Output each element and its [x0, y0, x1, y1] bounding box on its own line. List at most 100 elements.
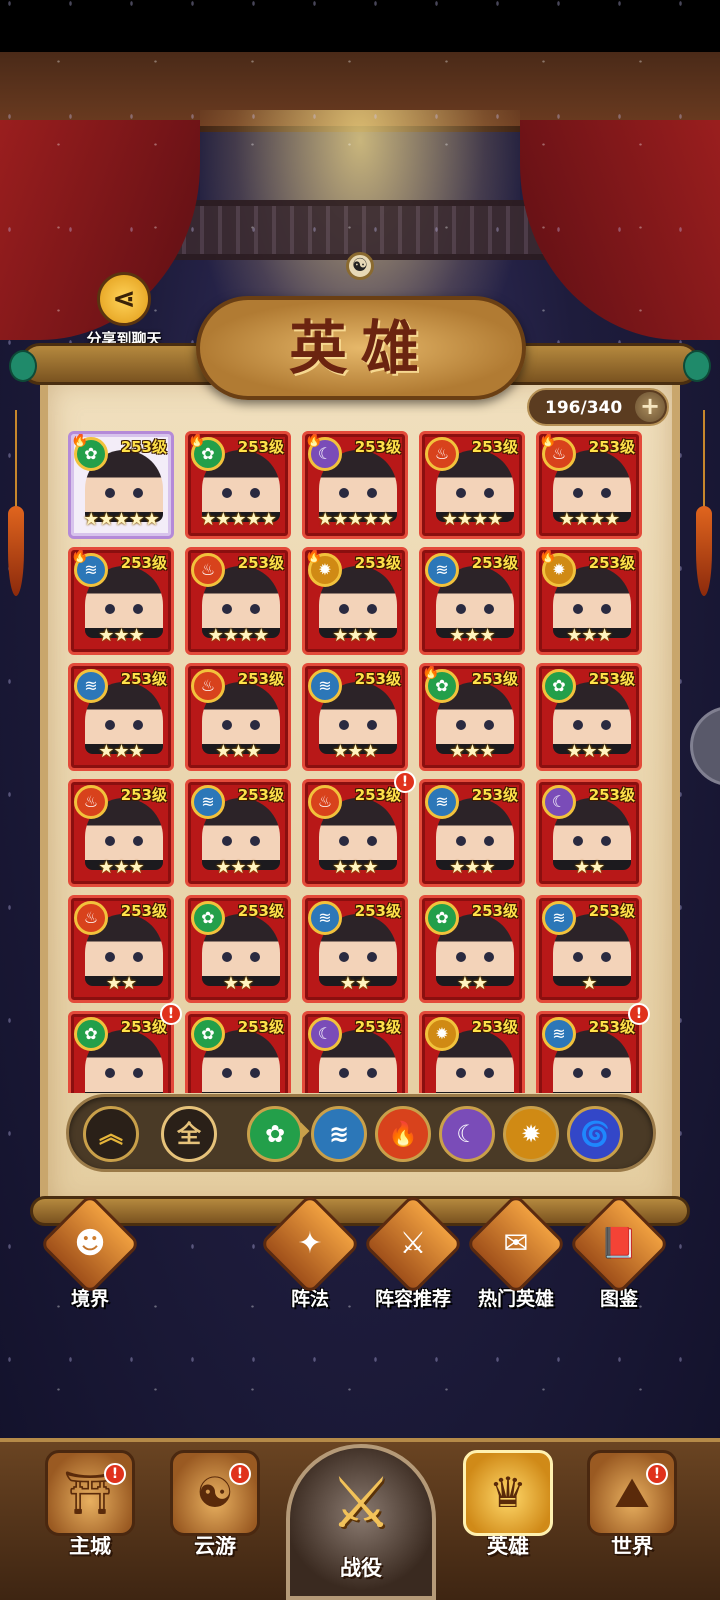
hero-level: 253级 [471, 670, 518, 688]
add-slot-button[interactable]: + [635, 392, 665, 422]
nav-world[interactable]: ⛰! 世界 [572, 1450, 692, 1560]
moon-element-icon: ☾ [308, 1017, 342, 1051]
hero-level: 253级 [120, 554, 167, 572]
hero-card[interactable]: ✿ 🔥 253级 ★★★★★ [68, 431, 174, 539]
hero-level: 253级 [120, 670, 167, 688]
hero-level: 253级 [120, 1018, 167, 1036]
hero-card[interactable]: ≋ 253级 ★★★ [419, 547, 525, 655]
filter-water-button[interactable]: ≋ [311, 1106, 367, 1162]
hero-stars: ★★★ [449, 741, 495, 762]
hero-card[interactable]: ≋ 253级 ★★★ [68, 663, 174, 771]
water-element-icon: ≋ [74, 669, 108, 703]
flame-crown-icon: 🔥 [305, 548, 323, 564]
hero-card[interactable]: ✹ 253级 [419, 1011, 525, 1093]
hero-card[interactable]: ☾ 253级 ★★ [536, 779, 642, 887]
hero-count: 196/340 + [527, 388, 669, 426]
hero-card[interactable]: ♨ 253级 ★★★ [302, 779, 408, 887]
hero-card[interactable]: ♨ 253级 ★★★ [68, 779, 174, 887]
wind-element-icon: ✿ [425, 901, 459, 935]
alert-badge: ! [394, 771, 416, 793]
codex-button[interactable]: 📕 图鉴 [568, 1193, 670, 1311]
lineup-recommend-button[interactable]: ⚔ 阵容推荐 [362, 1193, 464, 1311]
wind-element-icon: ✿ [542, 669, 576, 703]
hero-card[interactable]: ≋ 253级 ★★★ [419, 779, 525, 887]
hero-stars: ★★★★★ [317, 509, 394, 530]
hero-level: 253级 [237, 554, 284, 572]
hero-card[interactable]: ≋ 253级 ★★★ [185, 779, 291, 887]
water-element-icon: ≋ [308, 901, 342, 935]
hero-stars: ★★★ [449, 625, 495, 646]
alert-badge: ! [646, 1463, 668, 1485]
hero-card[interactable]: ≋ 253级 ★ [536, 895, 642, 1003]
flame-crown-icon: 🔥 [539, 432, 557, 448]
hero-card[interactable]: ✿ 🔥 253级 ★★★ [419, 663, 525, 771]
hero-card[interactable]: ✿ 253级 [68, 1011, 174, 1093]
hero-card[interactable]: ✿ 253级 ★★★ [536, 663, 642, 771]
alert-badge: ! [229, 1463, 251, 1485]
hero-grid[interactable]: ✿ 🔥 253级 ★★★★★ ✿ 🔥 253级 ★★★★★ ☾ 🔥 253级 ★★★★★ ♨ 253级 ★★… [68, 431, 652, 1093]
hero-card[interactable]: ✹ 🔥 253级 ★★★ [302, 547, 408, 655]
hero-stars: ★★★ [332, 857, 378, 878]
hero-card[interactable]: ♨ 253级 ★★★★ [185, 547, 291, 655]
hero-card[interactable]: ♨ 253级 ★★ [68, 895, 174, 1003]
formation-icon: ✦ [259, 1193, 361, 1295]
fire-element-icon: ♨ [191, 669, 225, 703]
filter-all-button[interactable]: 全 [161, 1106, 217, 1162]
hero-card[interactable]: ≋ 253级 ★★ [302, 895, 408, 1003]
hero-card[interactable]: ♨ 253级 ★★★★ [419, 431, 525, 539]
nav-main-city[interactable]: ⛩! 主城 [30, 1450, 150, 1560]
hero-level: 253级 [471, 902, 518, 920]
filter-sun-button[interactable]: ✹ [503, 1106, 559, 1162]
hero-level: 253级 [471, 786, 518, 804]
collapse-button[interactable]: ︽ [83, 1106, 139, 1162]
hero-card[interactable]: ≋ 253级 ★★★ [302, 663, 408, 771]
moon-element-icon: ☾ [542, 785, 576, 819]
alert-badge: ! [160, 1003, 182, 1025]
fire-element-icon: ♨ [425, 437, 459, 471]
hero-card[interactable]: ≋ 253级 [536, 1011, 642, 1093]
hero-level: 253级 [588, 786, 635, 804]
realm-button[interactable]: ☻ 境界 [39, 1193, 141, 1311]
flame-crown-icon: 🔥 [305, 432, 323, 448]
filter-fire-button[interactable]: 🔥 [375, 1106, 431, 1162]
hero-level: 253级 [354, 786, 401, 804]
hero-level: 253级 [588, 438, 635, 456]
hero-card[interactable]: ♨ 253级 ★★★ [185, 663, 291, 771]
filter-wind-button[interactable]: ✿ [247, 1106, 303, 1162]
nav-heroes[interactable]: ♛ 英雄 [448, 1450, 568, 1560]
hero-card[interactable]: ☾ 253级 [302, 1011, 408, 1093]
hero-stars: ★★★ [215, 857, 261, 878]
realm-icon: ☻ [39, 1193, 141, 1295]
hero-card[interactable]: ≋ 🔥 253级 ★★★ [68, 547, 174, 655]
hero-card[interactable]: ✿ 253级 ★★ [185, 895, 291, 1003]
share-to-chat-button[interactable]: ⋖ 分享到聊天 [74, 272, 174, 349]
hero-level: 253级 [120, 438, 167, 456]
nav-battle[interactable]: ⚔ 战役 [286, 1444, 436, 1600]
formation-button[interactable]: ✦ 阵法 [259, 1193, 361, 1311]
hot-heroes-button[interactable]: ✉ 热门英雄 [465, 1193, 567, 1311]
side-drawer-handle[interactable] [690, 706, 720, 786]
codex-icon: 📕 [568, 1193, 670, 1295]
hero-level: 253级 [588, 1018, 635, 1036]
hero-level: 253级 [237, 786, 284, 804]
hero-card[interactable]: ✹ 🔥 253级 ★★★ [536, 547, 642, 655]
nav-travel[interactable]: ☯! 云游 [155, 1450, 275, 1560]
hero-card[interactable]: ✿ 253级 [185, 1011, 291, 1093]
hero-level: 253级 [471, 438, 518, 456]
wind-element-icon: ✿ [191, 901, 225, 935]
tassel-right [696, 410, 712, 600]
hero-stars: ★ [581, 973, 597, 994]
alert-badge: ! [104, 1463, 126, 1485]
hero-level: 253级 [588, 554, 635, 572]
hero-card[interactable]: ✿ 🔥 253级 ★★★★★ [185, 431, 291, 539]
filter-thunder-button[interactable]: 🌀 [567, 1106, 623, 1162]
hero-level: 253级 [471, 554, 518, 572]
yinyang-cloud-icon: ☯! [170, 1450, 260, 1536]
hero-level: 253级 [354, 902, 401, 920]
filter-moon-button[interactable]: ☾ [439, 1106, 495, 1162]
hero-card[interactable]: ☾ 🔥 253级 ★★★★★ [302, 431, 408, 539]
hero-card[interactable]: ♨ 🔥 253级 ★★★★ [536, 431, 642, 539]
hero-card[interactable]: ✿ 253级 ★★ [419, 895, 525, 1003]
palace-icon: ⛩! [45, 1450, 135, 1536]
hero-level: 253级 [588, 902, 635, 920]
